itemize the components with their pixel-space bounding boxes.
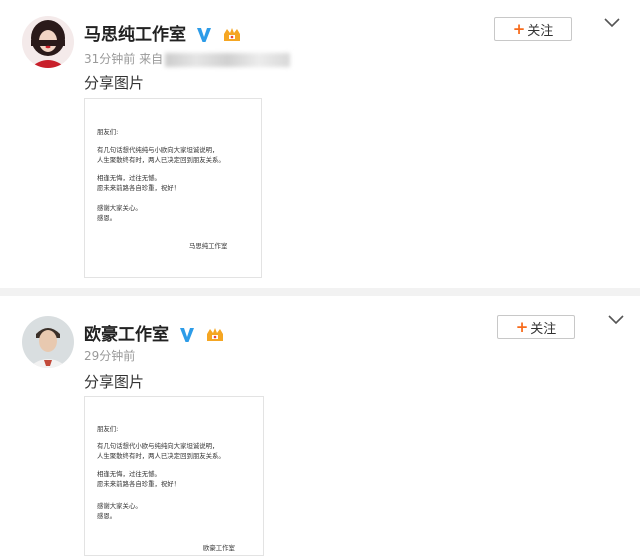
post-source: 来自: [139, 52, 164, 66]
letter-signature: 欧豪工作室: [203, 544, 235, 552]
letter-line: 感谢大家关心。: [97, 204, 142, 212]
verified-v-icon: [179, 328, 194, 342]
blurred-source: [165, 52, 291, 67]
plus-icon: +: [515, 318, 529, 336]
letter-line: 有几句话想代纯纯与小欧向大家坦诚说明，: [97, 146, 219, 154]
post-text: 分享图片: [84, 74, 145, 92]
letter-line: 人生聚散终有时，两人已决定回到朋友关系。: [97, 156, 225, 164]
follow-button[interactable]: + 关注: [494, 17, 572, 41]
follow-label: 关注: [530, 321, 557, 337]
verified-v-icon: [196, 28, 211, 42]
post-meta: 29分钟前: [84, 347, 135, 364]
author-name[interactable]: 欧豪工作室: [84, 320, 225, 345]
plus-icon: +: [512, 20, 526, 38]
letter-line: 感谢大家关心。: [97, 502, 142, 510]
shared-image[interactable]: 朋友们: 有几句话想代小欧与纯纯向大家坦诚说明， 人生聚散终有时，两人已决定回到…: [84, 396, 264, 556]
letter-line: 感恩。: [97, 214, 117, 222]
avatar[interactable]: [22, 16, 74, 68]
post-time[interactable]: 29分钟前: [84, 349, 135, 363]
letter-greeting: 朋友们:: [97, 425, 119, 433]
post-time[interactable]: 31分钟前: [84, 52, 135, 66]
chevron-down-icon[interactable]: [607, 313, 625, 327]
letter-signature: 马思纯工作室: [189, 242, 228, 250]
letter-line: 有几句话想代小欧与纯纯向大家坦诚说明，: [97, 442, 219, 450]
post-text: 分享图片: [84, 373, 145, 391]
follow-button[interactable]: + 关注: [497, 315, 575, 339]
letter-line: 愿未来前路各自珍重，祝好！: [97, 184, 181, 192]
avatar[interactable]: [22, 316, 74, 368]
letter-line: 相逢无悔，过往无憾。: [97, 470, 161, 478]
letter-line: 人生聚散终有时，两人已决定回到朋友关系。: [97, 452, 225, 460]
chevron-down-icon[interactable]: [603, 16, 621, 30]
letter-line: 相逢无悔，过往无憾。: [97, 174, 161, 182]
author-name[interactable]: 马思纯工作室: [84, 20, 242, 45]
shared-image[interactable]: 朋友们: 有几句话想代纯纯与小欧向大家坦诚说明， 人生聚散终有时，两人已决定回到…: [84, 98, 262, 278]
author-name-text[interactable]: 欧豪工作室: [84, 325, 169, 345]
vip-badge-icon[interactable]: [222, 26, 242, 44]
letter-line: 愿未来前路各自珍重，祝好！: [97, 480, 181, 488]
author-name-text[interactable]: 马思纯工作室: [84, 25, 186, 45]
letter-greeting: 朋友们:: [97, 128, 119, 136]
follow-label: 关注: [527, 23, 554, 39]
letter-line: 感恩。: [97, 512, 117, 520]
post-meta: 31分钟前 来自: [84, 50, 291, 67]
vip-badge-icon[interactable]: [205, 326, 225, 344]
